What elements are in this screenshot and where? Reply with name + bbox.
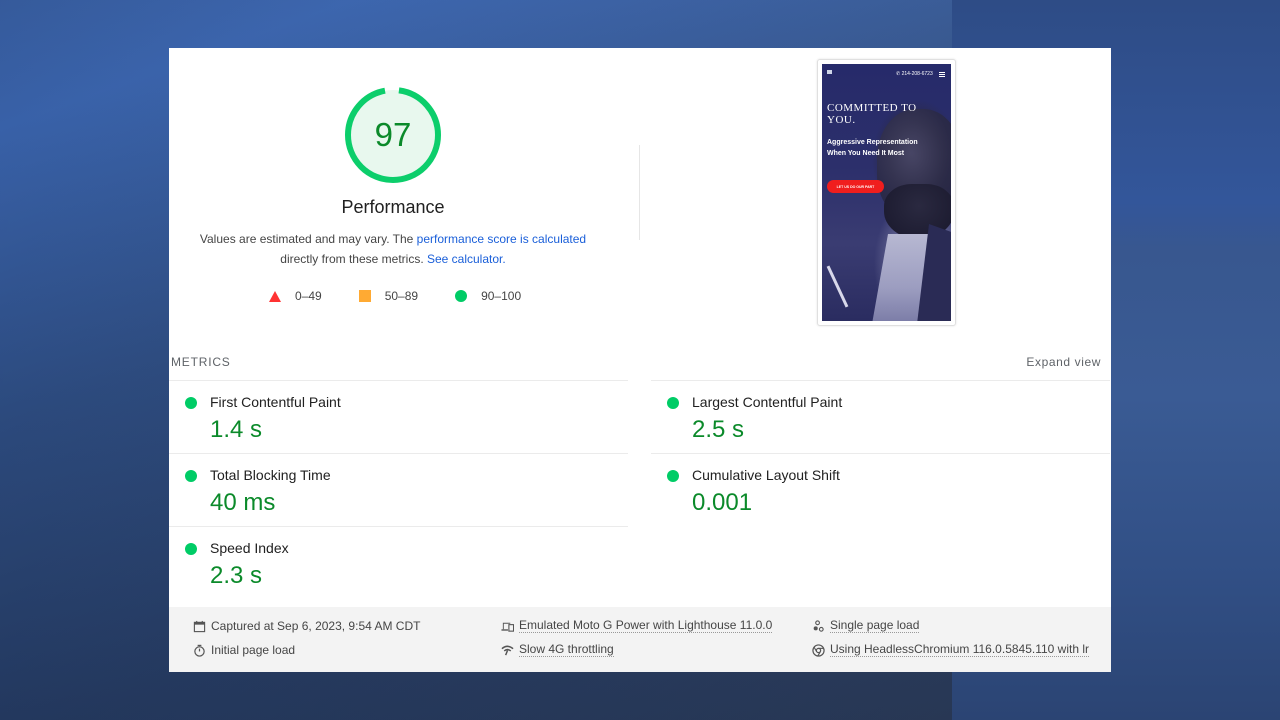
- metric-total-blocking-time: Total Blocking Time 40 ms: [169, 453, 628, 526]
- desc-text-1: Values are estimated and may vary. The: [199, 232, 417, 246]
- see-calculator-link[interactable]: See calculator.: [427, 252, 506, 266]
- stopwatch-icon: [192, 643, 206, 657]
- lighthouse-report-card: 97 Performance Values are estimated and …: [169, 48, 1111, 672]
- metric-cumulative-layout-shift: Cumulative Layout Shift 0.001: [651, 453, 1110, 526]
- metrics-left-column: First Contentful Paint 1.4 s Total Block…: [169, 380, 628, 599]
- performance-score: 97: [374, 116, 412, 153]
- legend-pass: 90–100: [455, 289, 521, 303]
- metric-value: 2.5 s: [692, 416, 745, 443]
- score-legend: 0–49 50–89 90–100: [269, 288, 558, 304]
- initial-load-text: Initial page load: [211, 643, 296, 657]
- metric-name: Speed Index: [210, 540, 289, 556]
- footer-initial-load: Initial page load: [192, 643, 295, 657]
- legend-label: 50–89: [384, 289, 419, 303]
- calendar-icon: [192, 619, 206, 633]
- metric-speed-index: Speed Index 2.3 s: [169, 526, 628, 599]
- emulated-device-text[interactable]: Emulated Moto G Power with Lighthouse 11…: [519, 619, 773, 633]
- footer-single-load[interactable]: Single page load: [811, 619, 920, 633]
- metric-name: First Contentful Paint: [210, 394, 341, 410]
- expand-view-button[interactable]: Expand view: [1026, 355, 1101, 369]
- score-description: Values are estimated and may vary. The p…: [193, 229, 593, 269]
- metric-name: Cumulative Layout Shift: [692, 467, 840, 483]
- metric-name: Largest Contentful Paint: [692, 394, 843, 410]
- vertical-divider: [639, 145, 640, 240]
- desc-text-2: directly from these metrics.: [280, 252, 427, 266]
- pass-circle-icon: [185, 470, 197, 482]
- pass-circle-icon: [667, 397, 679, 409]
- single-load-text[interactable]: Single page load: [830, 619, 920, 633]
- hamburger-menu-icon: [939, 72, 945, 77]
- footer-browser[interactable]: Using HeadlessChromium 116.0.5845.110 wi…: [811, 643, 1090, 657]
- screenshot-pen: [826, 265, 849, 308]
- metrics-header: METRICS: [171, 355, 231, 369]
- site-phone: ✆ 214-208-6723: [896, 71, 933, 77]
- metric-largest-contentful-paint: Largest Contentful Paint 2.5 s: [651, 380, 1110, 453]
- footer-emulated-device[interactable]: Emulated Moto G Power with Lighthouse 11…: [500, 619, 773, 633]
- pass-circle-icon: [667, 470, 679, 482]
- metric-value: 2.3 s: [210, 562, 263, 589]
- legend-label: 90–100: [481, 289, 522, 303]
- metric-value: 1.4 s: [210, 416, 263, 443]
- site-logo-icon: [827, 70, 832, 74]
- performance-gauge[interactable]: 97: [344, 86, 442, 184]
- triangle-icon: [269, 290, 281, 302]
- single-load-icon: [811, 619, 825, 633]
- screenshot-image: ✆ 214-208-6723 COMMITTED TO YOU. Aggress…: [822, 64, 951, 321]
- legend-fail: 0–49: [269, 289, 322, 303]
- footer-throttling[interactable]: Slow 4G throttling: [500, 643, 614, 657]
- pass-circle-icon: [185, 397, 197, 409]
- legend-average: 50–89: [358, 289, 419, 303]
- pass-circle-icon: [185, 543, 197, 555]
- site-subheadline: Aggressive Representation When You Need …: [827, 139, 918, 157]
- site-cta-button: LET US DO OUR PART: [827, 180, 884, 193]
- final-screenshot[interactable]: ✆ 214-208-6723 COMMITTED TO YOU. Aggress…: [817, 59, 956, 326]
- devices-icon: [500, 619, 514, 633]
- metric-first-contentful-paint: First Contentful Paint 1.4 s: [169, 380, 628, 453]
- throttling-text[interactable]: Slow 4G throttling: [519, 643, 614, 657]
- browser-text[interactable]: Using HeadlessChromium 116.0.5845.110 wi…: [830, 643, 1090, 657]
- wifi-icon: [500, 643, 514, 657]
- gauge-title: Performance: [341, 197, 445, 217]
- captured-text: Captured at Sep 6, 2023, 9:54 AM CDT: [211, 619, 421, 633]
- circle-icon: [455, 290, 468, 302]
- site-phone-number: 214-208-6723: [901, 71, 933, 77]
- performance-score-link[interactable]: performance score is calculated: [417, 232, 586, 246]
- legend-label: 0–49: [295, 289, 322, 303]
- metric-name: Total Blocking Time: [210, 467, 331, 483]
- site-headline: COMMITTED TO YOU.: [827, 102, 917, 126]
- metric-value: 0.001: [692, 489, 753, 516]
- metric-value: 40 ms: [210, 489, 276, 516]
- runtime-settings-footer: Captured at Sep 6, 2023, 9:54 AM CDT Ini…: [169, 607, 1111, 672]
- footer-captured: Captured at Sep 6, 2023, 9:54 AM CDT: [192, 619, 420, 633]
- chrome-icon: [811, 643, 825, 657]
- square-icon: [358, 290, 371, 302]
- metrics-right-column: Largest Contentful Paint 2.5 s Cumulativ…: [651, 380, 1110, 526]
